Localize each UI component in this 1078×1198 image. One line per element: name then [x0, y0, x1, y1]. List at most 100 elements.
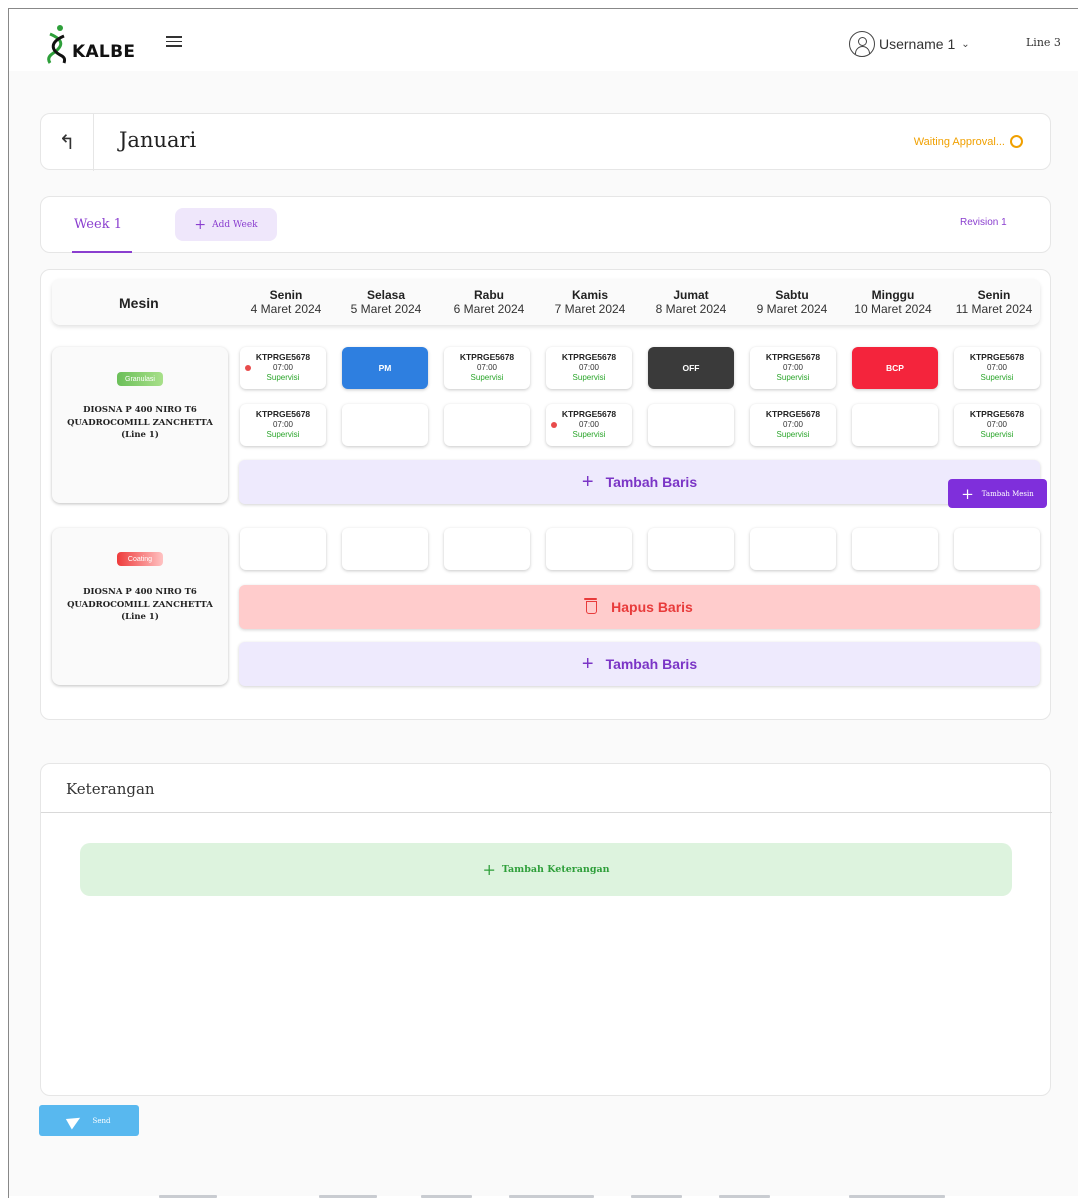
day-date: 10 Maret 2024 — [854, 302, 932, 316]
shift-time: 07:00 — [578, 420, 600, 429]
send-button[interactable]: Send — [39, 1105, 139, 1136]
trash-icon — [584, 597, 598, 614]
alert-icon — [245, 365, 251, 371]
schedule-header-row: Mesin Senin 4 Maret 2024 Selasa 5 Maret 202… — [52, 279, 1040, 325]
day-date: 7 Maret 2024 — [554, 302, 626, 316]
empty-cell[interactable] — [546, 528, 632, 570]
menu-icon[interactable] — [166, 36, 182, 48]
shift-cell[interactable]: KTPRGE5678 07:00 Supervisi — [750, 404, 836, 446]
empty-cell[interactable] — [342, 404, 428, 446]
status-indicator: Waiting Approval... — [914, 135, 1023, 148]
machine-column-header: Mesin — [119, 295, 159, 311]
shift-code: KTPRGE5678 — [255, 409, 311, 419]
pending-circle-icon — [1010, 135, 1023, 148]
empty-cell[interactable] — [444, 404, 530, 446]
kalbe-logo-icon — [47, 25, 67, 64]
day-header: Kamis 7 Maret 2024 — [545, 288, 635, 316]
add-row-button[interactable]: + Tambah Baris — [239, 460, 1040, 504]
day-date: 4 Maret 2024 — [250, 302, 322, 316]
user-menu[interactable]: Username 1 ⌄ — [849, 31, 970, 57]
day-header: Rabu 6 Maret 2024 — [444, 288, 534, 316]
empty-cell[interactable] — [750, 528, 836, 570]
shift-time: 07:00 — [578, 363, 600, 372]
active-tab-underline — [72, 251, 132, 253]
cell-label: BCP — [886, 363, 904, 373]
off-cell[interactable]: OFF — [648, 347, 734, 389]
shift-time: 07:00 — [272, 420, 294, 429]
add-week-button[interactable]: + Add Week — [175, 208, 277, 241]
empty-cell[interactable] — [240, 528, 326, 570]
empty-cell[interactable] — [852, 404, 938, 446]
day-date: 5 Maret 2024 — [350, 302, 422, 316]
day-name: Jumat — [673, 288, 709, 302]
shift-time: 07:00 — [272, 363, 294, 372]
add-row-label: Tambah Baris — [605, 474, 698, 490]
day-date: 11 Maret 2024 — [955, 302, 1033, 316]
add-note-button[interactable]: + Tambah Keterangan — [80, 843, 1012, 896]
divider — [41, 812, 1052, 813]
shift-role: Supervisi — [980, 430, 1014, 439]
shift-time: 07:00 — [782, 363, 804, 372]
shift-cell[interactable]: KTPRGE5678 07:00 Supervisi — [546, 347, 632, 389]
shift-cell[interactable]: KTPRGE5678 07:00 Supervisi — [954, 347, 1040, 389]
empty-cell[interactable] — [852, 528, 938, 570]
revision-link[interactable]: Revision 1 — [960, 217, 1007, 228]
line-label: Line 3 — [1026, 36, 1061, 49]
plus-icon: + — [581, 470, 594, 493]
day-name: Senin — [977, 288, 1011, 302]
bcp-cell[interactable]: BCP — [852, 347, 938, 389]
shift-code: KTPRGE5678 — [969, 409, 1025, 419]
send-label: Send — [92, 1116, 111, 1125]
user-avatar-icon — [849, 31, 875, 57]
day-header: Senin 11 Maret 2024 — [949, 288, 1039, 316]
title-card: ↰ Januari Waiting Approval... — [40, 113, 1051, 171]
day-name: Selasa — [366, 288, 406, 302]
page-title: Januari — [119, 128, 197, 152]
empty-cell[interactable] — [954, 528, 1040, 570]
machine-tag: Granulasi — [117, 372, 163, 386]
shift-cell[interactable]: KTPRGE5678 07:00 Supervisi — [444, 347, 530, 389]
day-header: Senin 4 Maret 2024 — [241, 288, 331, 316]
empty-cell[interactable] — [648, 404, 734, 446]
tab-week-1[interactable]: Week 1 — [74, 217, 122, 232]
shift-time: 07:00 — [782, 420, 804, 429]
shift-code: KTPRGE5678 — [765, 409, 821, 419]
add-row-label: Tambah Baris — [605, 656, 698, 672]
alert-icon — [551, 422, 557, 428]
shift-cell[interactable]: KTPRGE5678 07:00 Supervisi — [240, 404, 326, 446]
add-week-label: Add Week — [212, 219, 258, 230]
delete-row-button[interactable]: Hapus Baris — [239, 585, 1040, 629]
pm-cell[interactable]: PM — [342, 347, 428, 389]
add-row-button[interactable]: + Tambah Baris — [239, 642, 1040, 686]
machine-name: DIOSNA P 400 NIRO T6 QUADROCOMILL ZANCHE… — [67, 587, 213, 622]
shift-cell[interactable]: KTPRGE5678 07:00 Supervisi — [750, 347, 836, 389]
plus-icon: + — [961, 484, 974, 503]
day-header: Jumat 8 Maret 2024 — [646, 288, 736, 316]
shift-role: Supervisi — [776, 373, 810, 382]
user-name: Username 1 — [879, 36, 956, 52]
notes-title: Keterangan — [66, 780, 155, 798]
day-date: 6 Maret 2024 — [453, 302, 525, 316]
day-header: Sabtu 9 Maret 2024 — [747, 288, 837, 316]
empty-cell[interactable] — [648, 528, 734, 570]
status-text: Waiting Approval... — [913, 135, 1005, 148]
day-date: 9 Maret 2024 — [756, 302, 828, 316]
logo: KALBE — [46, 24, 135, 64]
shift-code: KTPRGE5678 — [459, 352, 515, 362]
plus-icon: + — [581, 652, 594, 675]
shift-cell[interactable]: KTPRGE5678 07:00 Supervisi — [954, 404, 1040, 446]
notes-card: Keterangan + Tambah Keterangan — [40, 763, 1052, 1096]
shift-cell[interactable]: KTPRGE5678 07:00 Supervisi — [546, 404, 632, 446]
day-name: Sabtu — [775, 288, 809, 302]
shift-role: Supervisi — [470, 373, 504, 382]
add-machine-button[interactable]: + Tambah Mesin — [948, 479, 1047, 508]
empty-cell[interactable] — [444, 528, 530, 570]
shift-cell[interactable]: KTPRGE5678 07:00 Supervisi — [240, 347, 326, 389]
day-name: Minggu — [871, 288, 915, 302]
day-name: Rabu — [474, 288, 504, 302]
empty-cell[interactable] — [342, 528, 428, 570]
machine-tag: Coating — [117, 552, 163, 566]
add-note-label: Tambah Keterangan — [501, 864, 610, 875]
add-machine-label: Tambah Mesin — [981, 489, 1034, 498]
back-button[interactable]: ↰ — [41, 114, 94, 171]
